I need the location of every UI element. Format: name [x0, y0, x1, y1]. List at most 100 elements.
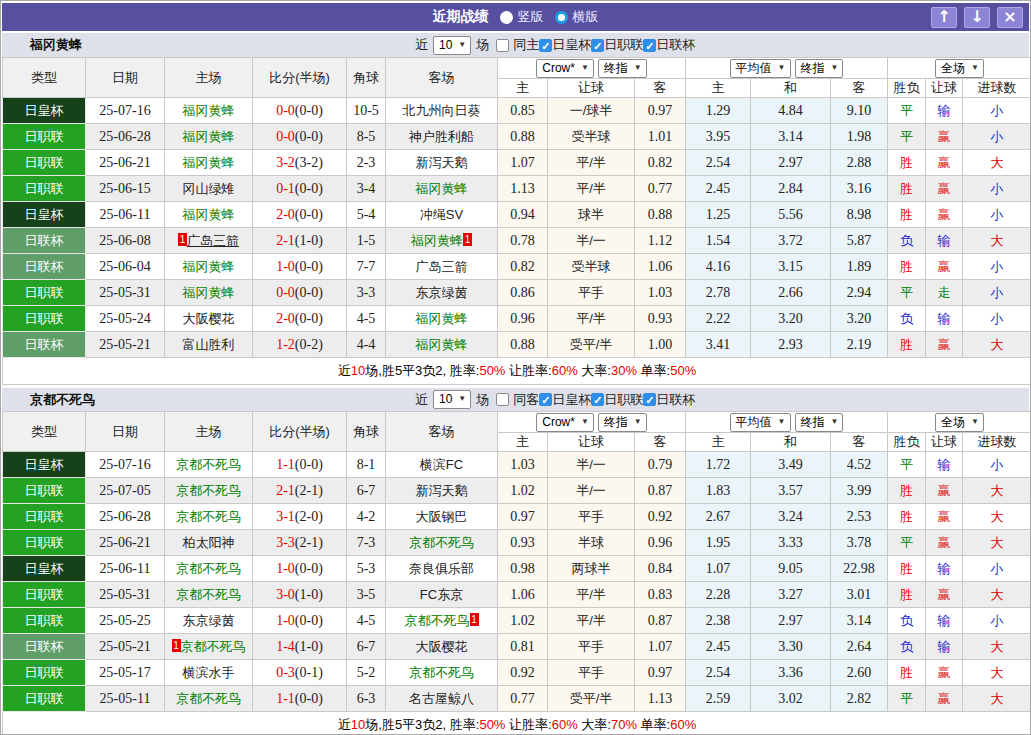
away-team-name[interactable]: 福冈黄蜂	[416, 181, 468, 196]
handicap-line: 受半球	[548, 254, 635, 280]
scope-filter-group: 全场▼	[888, 58, 1031, 79]
home-team-name[interactable]: 1广岛三箭	[178, 233, 239, 248]
match-count-select[interactable]: 10▼	[433, 390, 471, 409]
home-team-name[interactable]: 东京绿茵	[183, 613, 235, 628]
average-select[interactable]: 平均值▼	[730, 59, 791, 78]
corner-score: 3-5	[347, 582, 386, 608]
competition-checkbox-2[interactable]: ✓	[643, 393, 656, 406]
chevron-down-icon: ▼	[634, 60, 642, 76]
corner-score: 1-5	[347, 228, 386, 254]
away-team-name[interactable]: 新泻天鹅	[416, 483, 468, 498]
scope-select[interactable]: 全场▼	[935, 59, 984, 78]
result-outcome: 负	[888, 608, 926, 634]
home-team-name[interactable]: 福冈黄蜂	[183, 259, 235, 274]
home-team-name[interactable]: 福冈黄蜂	[183, 207, 235, 222]
column-header: 日期	[86, 412, 165, 452]
away-team-name[interactable]: 广岛三箭	[416, 259, 468, 274]
competition-checkbox-2[interactable]: ✓	[643, 39, 656, 52]
result-goals: 小	[963, 176, 1031, 202]
away-team: 福冈黄蜂1	[386, 228, 498, 254]
unit-label: 场	[476, 391, 489, 409]
summary-label: 单率:	[637, 717, 670, 732]
away-team-name[interactable]: 奈良俱乐部	[409, 561, 474, 576]
vertical-layout-radio[interactable]: 竖版	[500, 8, 544, 26]
final-odds-select-2[interactable]: 终指▼	[795, 413, 844, 432]
away-team-name[interactable]: 名古屋鲸八	[409, 691, 474, 706]
match-date: 25-06-11	[86, 202, 165, 228]
home-team-name[interactable]: 京都不死鸟	[176, 691, 241, 706]
away-team-name[interactable]: 大阪钢巴	[416, 509, 468, 524]
away-team-name[interactable]: 福冈黄蜂1	[411, 233, 472, 248]
away-team-name[interactable]: 京都不死鸟	[409, 665, 474, 680]
handicap-away-odds: 1.03	[635, 280, 686, 306]
europe-draw-odds: 3.27	[751, 582, 831, 608]
final-odds-select-2-value: 终指	[801, 414, 825, 430]
competition-checkbox-0[interactable]: ✓	[539, 393, 552, 406]
home-team-name[interactable]: 福冈黄蜂	[183, 103, 235, 118]
close-button[interactable]: ×	[997, 7, 1023, 28]
away-team-name[interactable]: 冲绳SV	[420, 207, 463, 222]
scope-select[interactable]: 全场▼	[935, 413, 984, 432]
home-team-name[interactable]: 1京都不死鸟	[172, 639, 246, 654]
away-team-name[interactable]: 北九州向日葵	[403, 103, 481, 118]
away-team: 京都不死鸟1	[386, 608, 498, 634]
summary-label: 场,胜5平3负2, 胜率:	[365, 717, 479, 732]
home-team-name[interactable]: 京都不死鸟	[176, 457, 241, 472]
home-team-name[interactable]: 柏太阳神	[183, 535, 235, 550]
away-team-name[interactable]: FC东京	[420, 587, 463, 602]
home-team-name[interactable]: 京都不死鸟	[176, 483, 241, 498]
move-down-button[interactable]: ↓	[964, 7, 990, 28]
home-team-name[interactable]: 京都不死鸟	[176, 509, 241, 524]
same-venue-label: 同客	[513, 391, 539, 409]
home-team-name[interactable]: 京都不死鸟	[176, 587, 241, 602]
home-team-name[interactable]: 京都不死鸟	[176, 561, 241, 576]
home-team-name[interactable]: 冈山绿雉	[183, 181, 235, 196]
bookmaker-select[interactable]: Crow*▼	[536, 59, 594, 78]
same-venue-checkbox[interactable]	[496, 39, 509, 52]
final-odds-select-2[interactable]: 终指▼	[795, 59, 844, 78]
europe-away-odds: 3.99	[831, 478, 888, 504]
score: 3-1(2-0)	[253, 504, 347, 530]
home-team-name[interactable]: 福冈黄蜂	[183, 155, 235, 170]
bookmaker-select[interactable]: Crow*▼	[536, 413, 594, 432]
match-count-select[interactable]: 10▼	[433, 36, 471, 55]
europe-away-odds: 3.78	[831, 530, 888, 556]
home-team: 冈山绿雉	[165, 176, 253, 202]
recent-label: 近	[415, 36, 428, 54]
europe-home-odds: 2.45	[686, 634, 751, 660]
competition-checkbox-1[interactable]: ✓	[591, 39, 604, 52]
away-team-name[interactable]: 京都不死鸟	[409, 535, 474, 550]
home-team-name[interactable]: 横滨水手	[183, 665, 235, 680]
result-goals: 大	[963, 150, 1031, 176]
away-team-name[interactable]: 新泻天鹅	[416, 155, 468, 170]
chevron-down-icon: ▼	[581, 60, 589, 76]
competition-checkbox-1[interactable]: ✓	[591, 393, 604, 406]
competition-label-1: 日职联	[604, 391, 643, 409]
away-team-name[interactable]: 京都不死鸟1	[405, 613, 479, 628]
move-up-button[interactable]: ↑	[931, 7, 957, 28]
score: 1-2(0-2)	[253, 332, 347, 358]
final-odds-select[interactable]: 终指▼	[598, 59, 647, 78]
away-team-name[interactable]: 东京绿茵	[416, 285, 468, 300]
handicap-home-odds: 0.98	[498, 556, 548, 582]
away-team-name[interactable]: 福冈黄蜂	[416, 337, 468, 352]
handicap-line: 平/半	[548, 582, 635, 608]
away-team-name[interactable]: 福冈黄蜂	[416, 311, 468, 326]
home-team-name[interactable]: 福冈黄蜂	[183, 129, 235, 144]
home-team-name[interactable]: 富山胜利	[183, 337, 235, 352]
competition-checkbox-0[interactable]: ✓	[539, 39, 552, 52]
average-select[interactable]: 平均值▼	[730, 413, 791, 432]
final-odds-select[interactable]: 终指▼	[598, 413, 647, 432]
europe-away-odds: 3.01	[831, 582, 888, 608]
halftime-score: (0-0)	[295, 129, 323, 144]
away-team-name[interactable]: 大阪樱花	[416, 639, 468, 654]
handicap-away-odds: 1.00	[635, 332, 686, 358]
same-venue-checkbox[interactable]	[496, 393, 509, 406]
match-row: 日职联25-05-31京都不死鸟3-0(1-0)3-5FC东京1.06平/半0.…	[3, 582, 1031, 608]
horizontal-layout-radio[interactable]: 横版	[555, 8, 599, 26]
away-team-name[interactable]: 横滨FC	[420, 457, 463, 472]
corner-score: 4-5	[347, 608, 386, 634]
home-team-name[interactable]: 福冈黄蜂	[183, 285, 235, 300]
away-team-name[interactable]: 神户胜利船	[409, 129, 474, 144]
home-team-name[interactable]: 大阪樱花	[183, 311, 235, 326]
